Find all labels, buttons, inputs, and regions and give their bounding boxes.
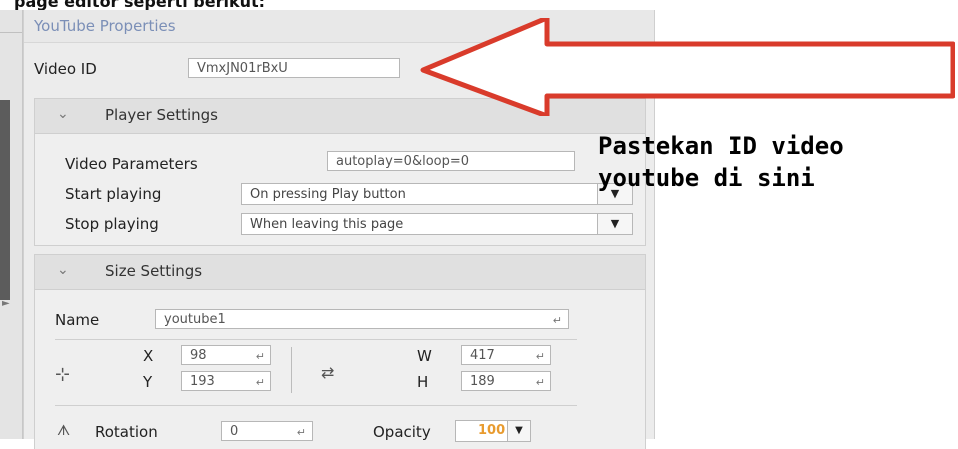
stop-playing-select[interactable]: When leaving this page ▼ <box>241 213 633 235</box>
w-value: 417 <box>470 348 495 363</box>
rotation-label: Rotation <box>95 423 158 441</box>
w-label: W <box>417 347 432 365</box>
dropdown-icon[interactable]: ▼ <box>507 421 530 441</box>
x-label: X <box>143 347 154 365</box>
player-settings-title: Player Settings <box>105 106 218 124</box>
rotation-input[interactable]: 0 ↵ <box>221 421 313 441</box>
chevron-down-icon: ⌄ <box>57 262 69 278</box>
annotation-line-1: Pastekan ID video <box>598 132 844 160</box>
move-icon: ⊹ <box>55 364 71 385</box>
chevron-down-icon: ⌄ <box>57 106 69 122</box>
annotation-arrow-icon <box>420 18 955 116</box>
opacity-value: 100 <box>478 423 506 438</box>
name-input[interactable]: youtube1 ↵ <box>155 309 569 329</box>
enter-icon[interactable]: ↵ <box>553 311 562 328</box>
annotation-text: Pastekan ID video youtube di sini <box>598 130 928 194</box>
enter-icon[interactable]: ↵ <box>297 423 306 440</box>
top-context-strip: page editor seperti berikut: <box>0 0 958 11</box>
y-input[interactable]: 193 ↵ <box>181 371 271 391</box>
opacity-label: Opacity <box>373 423 431 441</box>
start-playing-label: Start playing <box>65 185 162 203</box>
size-settings-header[interactable]: ⌄ Size Settings <box>35 255 645 290</box>
enter-icon[interactable]: ↵ <box>536 347 545 367</box>
enter-icon[interactable]: ↵ <box>256 347 265 367</box>
stop-playing-value: When leaving this page <box>250 217 404 232</box>
left-scrollbar[interactable] <box>0 100 10 300</box>
enter-icon[interactable]: ↵ <box>256 373 265 393</box>
player-settings-section: ⌄ Player Settings Video Parameters autop… <box>34 98 646 246</box>
name-label: Name <box>55 311 100 329</box>
size-settings-title: Size Settings <box>105 262 203 280</box>
stop-playing-label: Stop playing <box>65 215 159 233</box>
h-input[interactable]: 189 ↵ <box>461 371 551 391</box>
rotation-value: 0 <box>230 424 239 439</box>
video-parameters-label: Video Parameters <box>65 155 198 173</box>
video-id-input[interactable]: VmxJN01rBxU <box>188 58 400 78</box>
collapse-arrow-icon[interactable]: ► <box>2 298 10 309</box>
h-value: 189 <box>470 374 495 389</box>
y-value: 193 <box>190 374 215 389</box>
x-input[interactable]: 98 ↵ <box>181 345 271 365</box>
rotation-icon: ᗑ <box>57 423 71 439</box>
resize-icon: ⇄ <box>321 363 335 382</box>
h-label: H <box>417 373 429 391</box>
w-input[interactable]: 417 ↵ <box>461 345 551 365</box>
video-id-label: Video ID <box>34 60 97 78</box>
y-label: Y <box>143 373 153 391</box>
size-settings-section: ⌄ Size Settings Name youtube1 ↵ ⊹ X 98 ↵… <box>34 254 646 449</box>
enter-icon[interactable]: ↵ <box>536 373 545 393</box>
left-divider <box>0 32 22 33</box>
start-playing-select[interactable]: On pressing Play button ▼ <box>241 183 633 205</box>
x-value: 98 <box>190 348 207 363</box>
left-gutter: ► <box>0 10 23 439</box>
position-size-divider <box>291 347 292 393</box>
name-value: youtube1 <box>164 312 226 327</box>
section-divider <box>55 339 577 340</box>
annotation-line-2: youtube di sini <box>598 164 815 192</box>
section-divider <box>55 405 577 406</box>
start-playing-value: On pressing Play button <box>250 187 406 202</box>
dropdown-icon[interactable]: ▼ <box>597 214 632 234</box>
video-parameters-input[interactable]: autoplay=0&loop=0 <box>327 151 575 171</box>
